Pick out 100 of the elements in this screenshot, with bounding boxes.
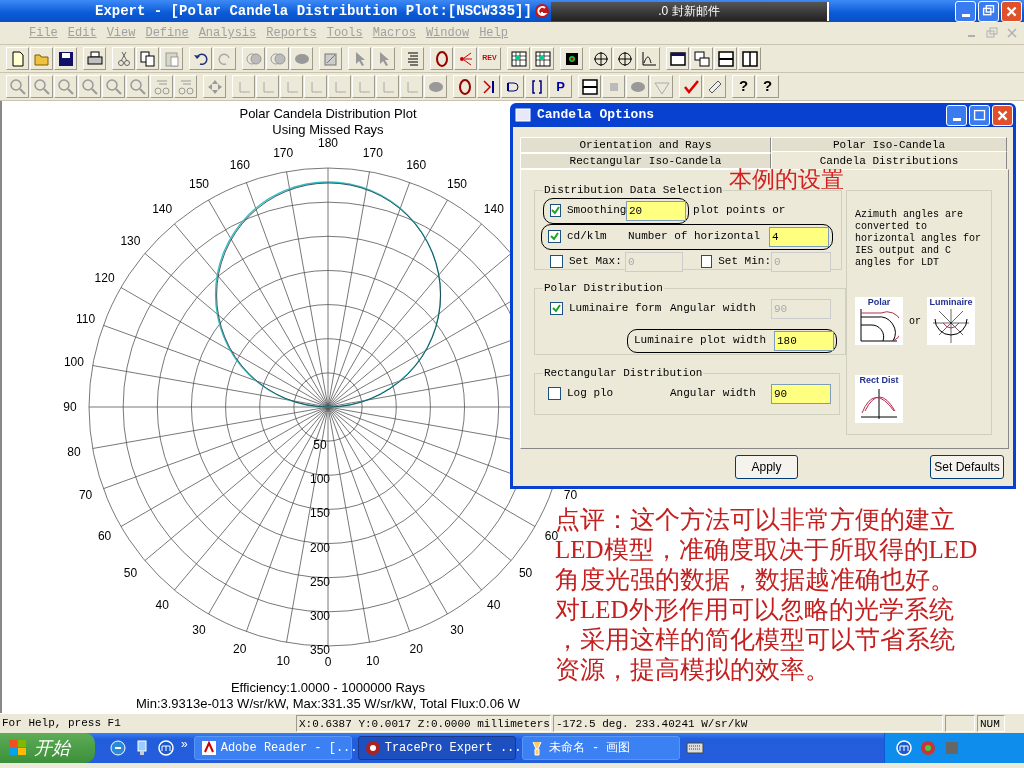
annotation-text: ，采用这样的简化模型可以节省系统 [555, 625, 956, 655]
field-label: Angular width [670, 301, 757, 317]
keyboard-icon[interactable] [685, 742, 704, 754]
taskbar-button[interactable]: 未命名 - 画图 [521, 736, 680, 760]
angle-label: 150 [447, 176, 467, 191]
colored-circle-icon[interactable] [919, 739, 937, 757]
minimize-icon [952, 118, 961, 121]
chart-title: Polar Candela Distribution Plot [239, 105, 417, 121]
angle-label: 40 [487, 597, 501, 612]
checkbox-label: Smoothing [567, 203, 627, 219]
toolbar-button[interactable] [430, 47, 453, 70]
diagram-label: Rect Dist [859, 375, 899, 385]
checkbox-label: Set Min: [718, 254, 771, 270]
chart-footer: Efficiency:1.0000 - 1000000 Rays [230, 679, 426, 695]
minimize-button[interactable] [946, 104, 967, 126]
toolbar-button[interactable] [738, 47, 761, 70]
copy-icon [138, 49, 157, 68]
toolbar-button[interactable] [589, 47, 612, 70]
angle-label: 140 [483, 202, 504, 217]
minimize-button[interactable] [955, 0, 976, 22]
clipboard-icon [162, 49, 181, 68]
checkbox-label: Log plo [567, 386, 614, 402]
toolbar-button[interactable] [666, 47, 689, 70]
field-label: plot points or [693, 203, 786, 219]
mail-app-icon[interactable] [533, 3, 550, 19]
printer-icon [85, 49, 104, 68]
apply-button[interactable]: Apply [735, 455, 798, 479]
angle-label: 160 [406, 157, 427, 172]
tab[interactable]: Candela Distributions [771, 151, 1007, 169]
angle-label: 10 [366, 654, 380, 669]
angle-label: 40 [155, 597, 169, 612]
toolbar-button[interactable] [507, 47, 530, 70]
angle-label: 160 [229, 157, 250, 172]
set-defaults-button[interactable]: Set Defaults [930, 455, 1004, 479]
toolbar-button[interactable] [189, 47, 212, 70]
toolbar-button[interactable] [83, 47, 106, 70]
angle-label: 20 [233, 642, 247, 657]
chart-footer: Min:3.9313e-013 W/sr/kW, Max:331.35 W/sr/kW, Total Flux:0.06 W [135, 695, 521, 711]
group-label: Rectangular Distribution [543, 366, 704, 381]
toolbar-button[interactable] [477, 75, 500, 98]
status-text: For Help, press F1 [1, 716, 122, 732]
toolbar-button[interactable]: ? [732, 75, 755, 98]
angle-label: 120 [94, 271, 115, 285]
magnifier-icon [8, 77, 27, 96]
crosshair-icon [591, 49, 610, 68]
toolbar-button[interactable] [613, 47, 636, 70]
angle-label: 150 [189, 176, 209, 191]
field-label: Angular width [670, 386, 757, 402]
close-button[interactable] [1001, 0, 1022, 22]
checkbox[interactable] [548, 387, 561, 400]
tab[interactable]: Rectangular Iso-Candela [520, 153, 771, 169]
toolbar-button[interactable] [525, 75, 548, 98]
browser-icon[interactable] [109, 739, 127, 757]
magnifier-icon [128, 77, 147, 96]
field-label: Luminaire plot width [634, 333, 768, 349]
luminaire-plot-drawing [931, 307, 971, 343]
window-title: Expert - [Polar Candela Distribution Plot:[NSCW335]] [95, 1, 532, 21]
angle-label: 20 [409, 642, 423, 657]
start-button[interactable]: 开始 [0, 733, 95, 763]
checkbox[interactable] [550, 204, 561, 217]
circle-m-icon[interactable] [895, 739, 913, 757]
vertical-split-icon [740, 49, 759, 68]
input-field[interactable]: 4 [769, 226, 829, 247]
grid-icon [533, 49, 552, 68]
checkmark-icon [550, 232, 559, 241]
glasses-icon [176, 77, 195, 96]
toolbar-button[interactable] [531, 47, 554, 70]
chevron-button[interactable]: » [181, 735, 188, 753]
toolbar-button[interactable] [578, 75, 601, 98]
angle-label: 30 [192, 623, 206, 638]
toolbar-button[interactable]: ? [756, 75, 779, 98]
angle-label: 10 [276, 654, 290, 669]
circle-m-icon[interactable] [157, 739, 175, 757]
checkbox-label: cd/klm [567, 229, 607, 245]
toolbar-button[interactable] [136, 47, 159, 70]
angle-label: 90 [63, 400, 77, 414]
maximize-button[interactable] [969, 104, 990, 126]
close-button[interactable] [992, 104, 1013, 126]
toolbar-button[interactable] [453, 75, 476, 98]
disc-icon [364, 740, 381, 756]
grid-icon [509, 49, 528, 68]
toolbar-button[interactable] [714, 47, 737, 70]
tab[interactable]: Orientation and Rays [520, 137, 771, 153]
input-field[interactable]: 90 [771, 383, 831, 404]
toolbar-button[interactable] [560, 47, 583, 70]
input-field[interactable]: 180 [774, 330, 834, 351]
input-field[interactable]: 20 [626, 200, 686, 221]
checkbox[interactable] [550, 302, 563, 315]
toolbar-button[interactable] [54, 47, 77, 70]
toolbar-button[interactable] [690, 47, 713, 70]
checkbox[interactable] [548, 230, 561, 243]
radial-label: 350 [310, 643, 330, 657]
status-pane [945, 715, 975, 732]
toolbar-button[interactable]: P [549, 75, 572, 98]
annotation-text: 对LED外形作用可以忽略的光学系统 [555, 595, 955, 625]
magnifier-icon [104, 77, 123, 96]
angle-label: 50 [518, 565, 533, 580]
document-icon [200, 740, 217, 756]
toolbar-button[interactable] [703, 75, 726, 98]
maximize-button[interactable] [978, 0, 999, 22]
